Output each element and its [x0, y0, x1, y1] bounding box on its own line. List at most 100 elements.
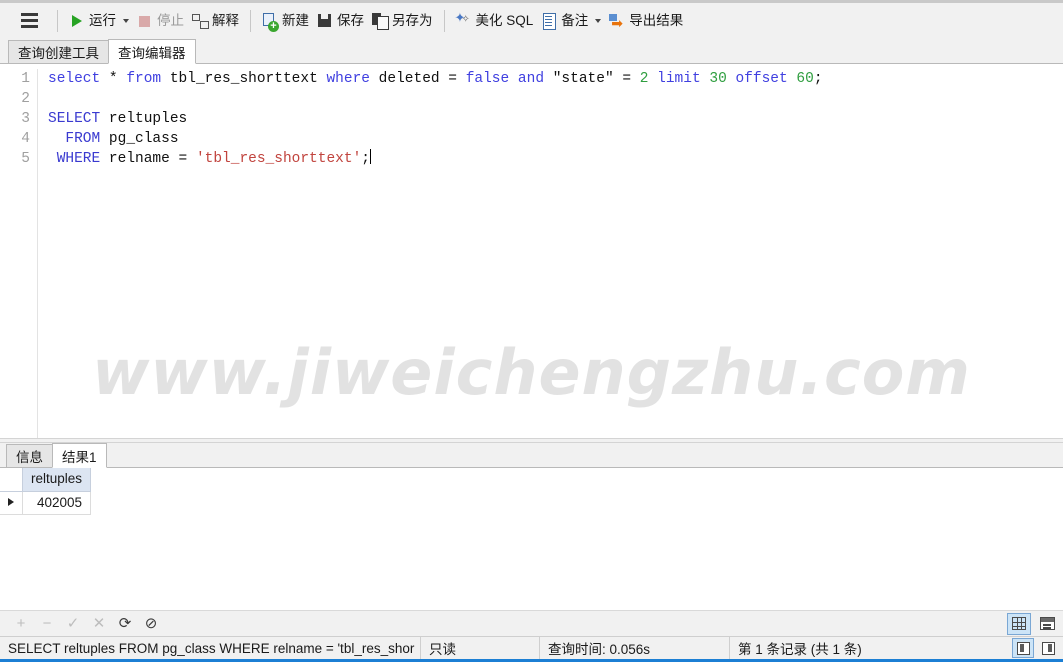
status-bar: SELECT reltuples FROM pg_class WHERE rel… — [0, 636, 1063, 662]
explain-button-label: 解释 — [212, 12, 239, 28]
sql-editor-panel[interactable]: 1 2 3 4 5 select * from tbl_res_shorttext wh… — [0, 64, 1063, 438]
line-number: 1 — [21, 71, 30, 87]
code-line[interactable]: FROM pg_class — [48, 129, 1063, 149]
sql-editor[interactable]: 1 2 3 4 5 select * from tbl_res_shorttext wh… — [0, 64, 1063, 438]
current-row-arrow-icon — [8, 498, 14, 506]
tab-result-1[interactable]: 结果1 — [52, 443, 107, 468]
record-toolbar: + − ✓ ✕ ⟳ ⊘ — [0, 610, 1063, 636]
new-document-icon — [262, 12, 279, 32]
code-token: 'tbl_res_shorttext' — [195, 151, 362, 167]
grid-view-toggle[interactable] — [1007, 612, 1031, 635]
sql-code-area[interactable]: select * from tbl_res_shorttext where de… — [38, 69, 1063, 438]
code-token: 60 — [796, 71, 814, 87]
code-token: where — [326, 71, 370, 87]
note-icon — [541, 12, 557, 30]
code-line[interactable]: WHERE relname = 'tbl_res_shorttext'; — [48, 149, 1063, 169]
panel-right-icon — [1041, 641, 1055, 655]
run-dropdown-caret-icon[interactable] — [123, 18, 129, 23]
form-view-icon — [1039, 617, 1055, 630]
check-icon: ✓ — [66, 615, 80, 632]
tab-messages-label: 信息 — [16, 450, 43, 465]
status-record-info: 第 1 条记录 (共 1 条) — [729, 637, 1009, 659]
panel-left-toggle[interactable] — [1012, 638, 1034, 658]
save-button[interactable]: 保存 — [313, 8, 368, 34]
code-token: reltuples — [100, 111, 188, 127]
code-token: * — [100, 71, 127, 87]
explain-button[interactable]: 解释 — [188, 8, 243, 34]
text-cursor — [369, 149, 371, 164]
panel-left-icon — [1016, 641, 1030, 655]
play-icon — [69, 13, 85, 29]
code-token: limit — [657, 71, 701, 87]
save-as-button-label: 另存为 — [392, 12, 433, 28]
magic-wand-icon — [455, 10, 472, 29]
code-token: and — [517, 71, 545, 87]
column-header-reltuples[interactable]: reltuples — [22, 468, 92, 492]
row-selector[interactable] — [0, 491, 23, 515]
code-token: relname = — [100, 151, 196, 167]
export-result-button[interactable]: 导出结果 — [605, 8, 687, 34]
result-grid-container[interactable]: reltuples 402005 — [0, 468, 1063, 610]
tab-query-editor[interactable]: 查询编辑器 — [108, 39, 196, 64]
results-panel: 信息 结果1 reltuples 402005 + − ✓ ✕ ⟳ ⊘ — [0, 443, 1063, 636]
beautify-sql-button-label: 美化 SQL — [475, 12, 534, 28]
line-number: 4 — [21, 131, 30, 147]
beautify-sql-button[interactable]: 美化 SQL — [452, 8, 538, 34]
code-token: offset — [735, 71, 788, 87]
status-sql-text: SELECT reltuples FROM pg_class WHERE rel… — [8, 640, 415, 656]
code-line[interactable]: select * from tbl_res_shorttext where de… — [48, 69, 1063, 89]
stop-square-icon — [137, 13, 153, 29]
sql-client-window: 运行 停止 解释 新建 保存 另存为 美化 SQL — [0, 0, 1063, 662]
editor-tabstrip: 查询创建工具 查询编辑器 — [0, 38, 1063, 64]
form-view-toggle[interactable] — [1035, 613, 1059, 635]
code-token: SELECT — [48, 111, 101, 127]
row-header-corner — [0, 468, 23, 492]
stop-button-label: 停止 — [157, 12, 184, 28]
run-button[interactable]: 运行 — [65, 8, 120, 34]
tab-messages[interactable]: 信息 — [6, 444, 53, 468]
toolbar-divider — [57, 9, 58, 32]
stop-button: 停止 — [133, 8, 188, 34]
cross-icon: ✕ — [92, 615, 106, 632]
hamburger-menu-icon[interactable] — [12, 8, 46, 34]
cancel-icon[interactable]: ⊘ — [140, 614, 162, 634]
status-panel-toggles — [1009, 638, 1063, 658]
status-query-time: 查询时间: 0.056s — [539, 637, 729, 659]
table-row[interactable]: 402005 — [0, 491, 92, 515]
code-token: FROM — [65, 131, 101, 147]
code-token: select — [48, 71, 101, 87]
explain-plan-icon — [192, 13, 209, 29]
main-toolbar: 运行 停止 解释 新建 保存 另存为 美化 SQL — [0, 0, 1063, 38]
note-button[interactable]: 备注 — [537, 8, 592, 34]
results-tabstrip: 信息 结果1 — [0, 443, 1063, 468]
save-as-icon — [372, 12, 389, 30]
table-header-row: reltuples — [0, 468, 92, 492]
line-number-gutter: 1 2 3 4 5 — [0, 69, 38, 438]
new-button[interactable]: 新建 — [258, 8, 313, 34]
new-button-label: 新建 — [282, 12, 309, 28]
line-number: 5 — [21, 151, 30, 167]
note-dropdown-caret-icon[interactable] — [595, 18, 602, 23]
panel-right-toggle[interactable] — [1037, 638, 1059, 658]
table-cell[interactable]: 402005 — [22, 491, 92, 515]
note-button-label: 备注 — [561, 12, 589, 28]
toolbar-divider — [443, 9, 445, 32]
code-token: 30 — [709, 71, 727, 87]
line-number: 3 — [21, 111, 30, 127]
code-token: deleted = — [369, 71, 466, 87]
export-arrow-icon — [609, 13, 625, 32]
result-grid[interactable]: reltuples 402005 — [0, 468, 92, 515]
code-line[interactable]: SELECT reltuples — [48, 109, 1063, 129]
tab-query-builder[interactable]: 查询创建工具 — [8, 40, 109, 64]
save-as-button[interactable]: 另存为 — [368, 8, 437, 34]
plus-icon: + — [16, 615, 26, 632]
code-token: pg_class — [100, 131, 179, 147]
code-token: from — [126, 71, 162, 87]
code-token: "state" = — [544, 71, 640, 87]
code-line[interactable] — [48, 89, 1063, 109]
refresh-icon[interactable]: ⟳ — [114, 614, 136, 634]
